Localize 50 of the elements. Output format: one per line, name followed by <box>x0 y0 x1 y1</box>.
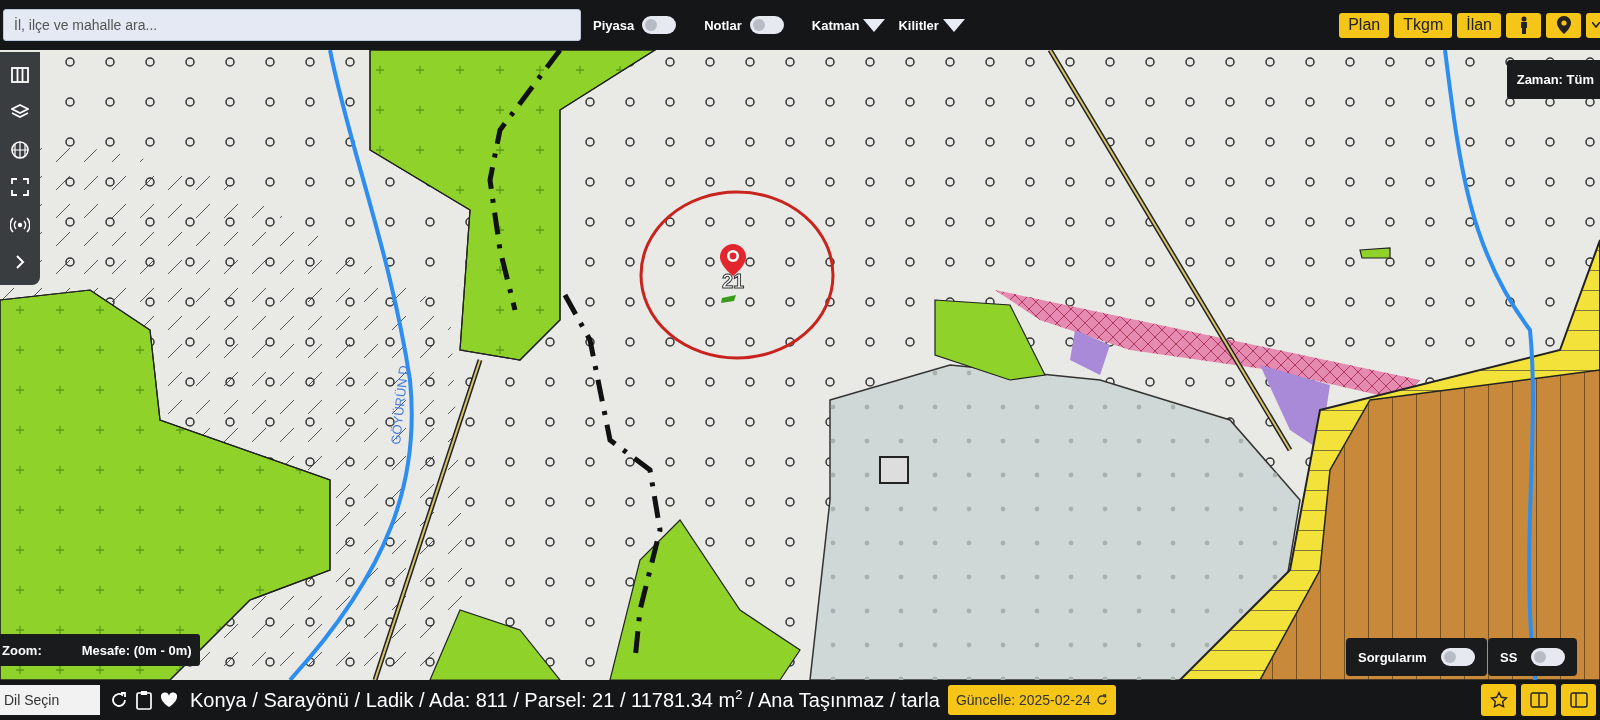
zoom-readout: Zoom: <box>2 643 42 658</box>
sidebar-button[interactable] <box>1561 684 1596 716</box>
toggle-label: SS <box>1500 649 1518 665</box>
more-button[interactable] <box>1586 12 1600 38</box>
refresh-icon <box>1095 694 1108 706</box>
columns-icon <box>11 66 29 83</box>
toggle-label: Piyasa <box>593 17 635 33</box>
toggle-switch[interactable] <box>1440 648 1475 666</box>
map-marker-square <box>879 456 909 484</box>
toggle-switch[interactable] <box>1531 648 1566 666</box>
toolbar-button[interactable]: Plan <box>1339 12 1390 38</box>
heart-icon <box>160 692 178 708</box>
location-pin-icon <box>1556 16 1571 34</box>
toggle-label: Sorgularım <box>1358 649 1427 665</box>
refresh-icon <box>110 691 128 709</box>
person-icon <box>1518 16 1529 34</box>
update-button[interactable]: Güncelle: 2025-02-24 <box>947 685 1116 715</box>
caret-icon <box>1592 22 1600 28</box>
toolbar-button[interactable]: İlan <box>1457 12 1501 38</box>
parcel-shape <box>721 295 736 303</box>
vegetation-area <box>1359 247 1391 259</box>
toolbar-button[interactable]: Tkgm <box>1394 12 1453 38</box>
language-select[interactable]: Dil Seçin <box>0 685 100 715</box>
caret-icon <box>862 17 887 33</box>
person-button[interactable] <box>1506 12 1541 38</box>
fullscreen-icon <box>11 178 29 197</box>
chevron-right-icon <box>15 255 25 270</box>
signal-icon <box>10 216 30 233</box>
favorite-button[interactable] <box>1481 684 1516 716</box>
star-icon <box>1489 691 1508 709</box>
distance-readout: Mesafe: (0m - 0m) <box>81 643 192 658</box>
toggle-switch[interactable] <box>749 16 784 34</box>
toggle-switch[interactable] <box>642 16 677 34</box>
clipboard-icon <box>136 690 152 710</box>
toggle-label: Notlar <box>704 17 742 33</box>
sidebar-icon <box>1569 692 1588 708</box>
parcel-breadcrumb: Konya / Sarayönü / Ladik / Ada: 811 / Parsel: 21 / 11781.34 m$^{2}$ / Ana Taşınmaz / tarla <box>190 688 940 712</box>
split-view-button[interactable] <box>1521 684 1556 716</box>
split-panel-icon <box>1529 692 1548 708</box>
parcel-label: 21 <box>722 270 745 292</box>
dropdown-button[interactable]: Katman <box>811 17 887 33</box>
time-filter[interactable]: Zaman: Tüm <box>1506 60 1600 99</box>
globe-icon <box>11 140 29 159</box>
dropdown-button[interactable]: Kilitler <box>898 17 966 33</box>
search-field[interactable]: İl, ilçe ve mahalle ara... <box>3 9 581 41</box>
caret-icon <box>941 17 966 33</box>
location-button[interactable] <box>1546 12 1581 38</box>
river-label: GÖYÜRÜN D. <box>388 361 412 446</box>
zone-area <box>1070 330 1110 375</box>
layers-icon <box>11 104 29 121</box>
